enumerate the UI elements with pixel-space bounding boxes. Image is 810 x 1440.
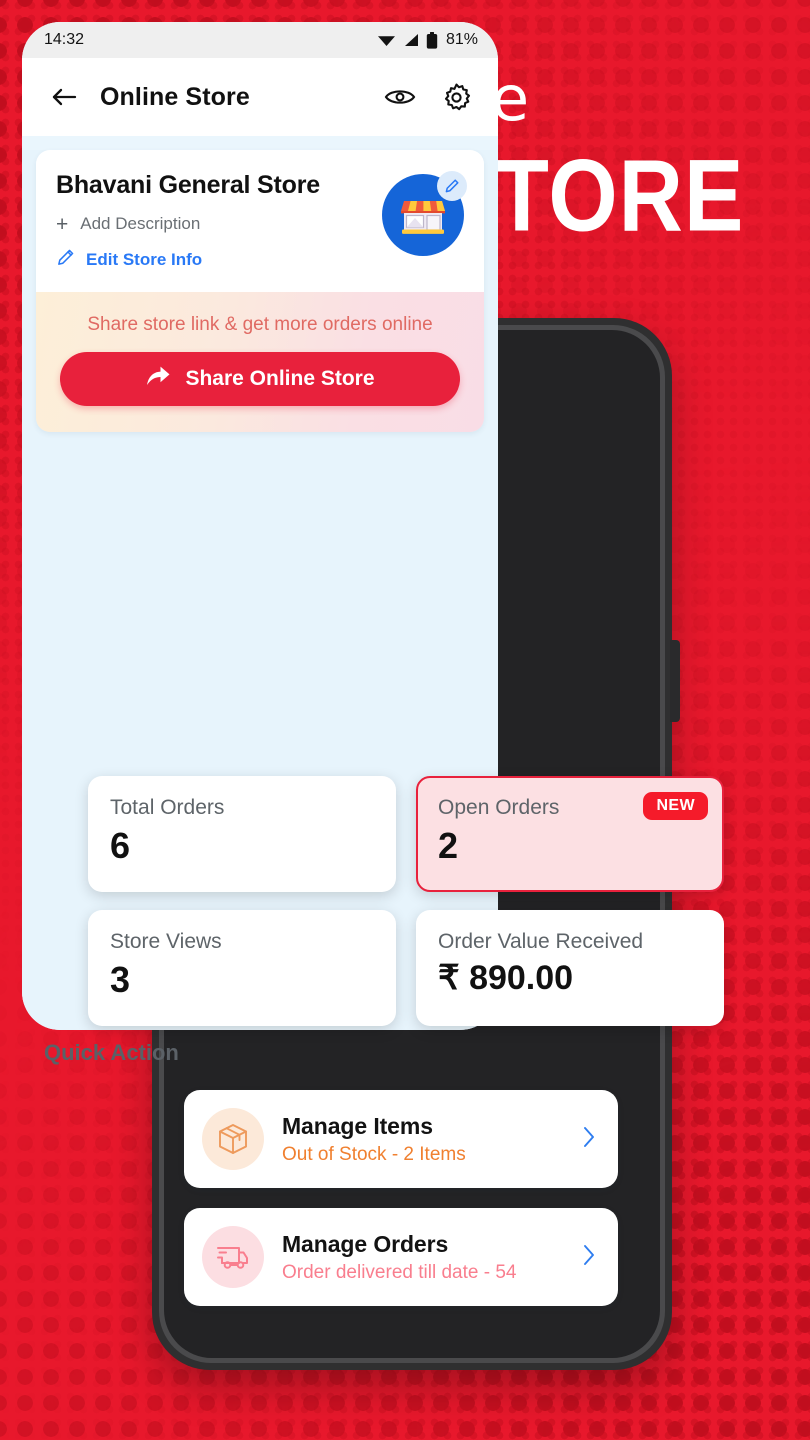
stat-value: 6: [110, 825, 131, 867]
quick-action-text: Manage Items Out of Stock - 2 Items: [282, 1113, 564, 1166]
back-arrow-icon[interactable]: [44, 77, 84, 117]
page-title: Online Store: [100, 82, 250, 111]
app-bar: Online Store: [22, 58, 498, 136]
stat-card-store-views[interactable]: Store Views 3: [88, 910, 396, 1026]
share-caption: Share store link & get more orders onlin…: [87, 313, 433, 335]
share-arrow-icon: [145, 365, 171, 393]
stat-label: Total Orders: [110, 796, 225, 819]
quick-action-subtitle: Order delivered till date - 54: [282, 1261, 517, 1283]
quick-action-manage-items[interactable]: Manage Items Out of Stock - 2 Items: [184, 1090, 618, 1188]
store-info-card: Bhavani General Store + Add Description …: [36, 150, 484, 292]
signal-icon: [403, 33, 419, 47]
quick-action-list: Manage Items Out of Stock - 2 Items Mana…: [184, 1090, 618, 1326]
share-store-section: Share store link & get more orders onlin…: [36, 291, 484, 432]
store-name: Bhavani General Store: [56, 171, 320, 199]
quick-action-manage-orders[interactable]: Manage Orders Order delivered till date …: [184, 1208, 618, 1306]
quick-action-title-label: Manage Orders: [282, 1230, 449, 1257]
add-description-label: Add Description: [80, 214, 201, 233]
edit-store-info-row[interactable]: Edit Store Info: [56, 248, 372, 272]
stats-grid: Total Orders 6 Open Orders 2 NEW Store V…: [88, 776, 724, 1044]
avatar[interactable]: [382, 171, 467, 256]
pencil-icon: [56, 248, 75, 272]
stat-value: 3: [110, 959, 131, 1001]
stat-card-total-orders[interactable]: Total Orders 6: [88, 776, 396, 892]
status-badge: NEW: [643, 792, 708, 820]
chevron-right-icon[interactable]: [582, 1243, 600, 1272]
stats-row-1: Total Orders 6 Open Orders 2 NEW: [88, 776, 724, 892]
gear-icon[interactable]: [436, 77, 476, 117]
stat-label: Order Value Received: [438, 930, 644, 953]
stat-card-order-value-received[interactable]: Order Value Received ₹ 890.00: [416, 910, 724, 1026]
battery-icon: [426, 31, 438, 49]
quick-action-subtitle: Out of Stock - 2 Items: [282, 1143, 466, 1165]
eye-icon[interactable]: [380, 77, 420, 117]
plus-icon: +: [56, 212, 69, 236]
quick-action-title-label: Manage Items: [282, 1112, 433, 1139]
wifi-icon: [377, 33, 396, 47]
chevron-right-icon[interactable]: [582, 1125, 600, 1154]
edit-store-info-label: Edit Store Info: [86, 249, 203, 269]
status-bar: 14:32 81%: [22, 22, 498, 58]
package-box-icon: [202, 1108, 264, 1170]
stat-value: ₹ 890.00: [438, 959, 574, 998]
stat-label: Store Views: [110, 930, 222, 953]
status-bar-time: 14:32: [44, 31, 85, 48]
share-button-label: Share Online Store: [185, 366, 375, 390]
share-online-store-button[interactable]: Share Online Store: [60, 351, 460, 406]
store-info-section: Bhavani General Store + Add Description …: [36, 150, 484, 432]
stats-row-2: Store Views 3 Order Value Received ₹ 890…: [88, 910, 724, 1026]
add-description-row[interactable]: + Add Description: [56, 214, 372, 235]
stat-value: 2: [438, 825, 459, 867]
quick-action-text: Manage Orders Order delivered till date …: [282, 1231, 564, 1284]
delivery-truck-icon: [202, 1226, 264, 1288]
phone-power-button[interactable]: [670, 640, 680, 722]
stat-card-open-orders[interactable]: Open Orders 2 NEW: [416, 776, 724, 892]
battery-percent: 81%: [445, 31, 478, 48]
store-info-text: Bhavani General Store + Add Description …: [56, 171, 372, 272]
pencil-edit-badge-icon[interactable]: [437, 171, 467, 201]
